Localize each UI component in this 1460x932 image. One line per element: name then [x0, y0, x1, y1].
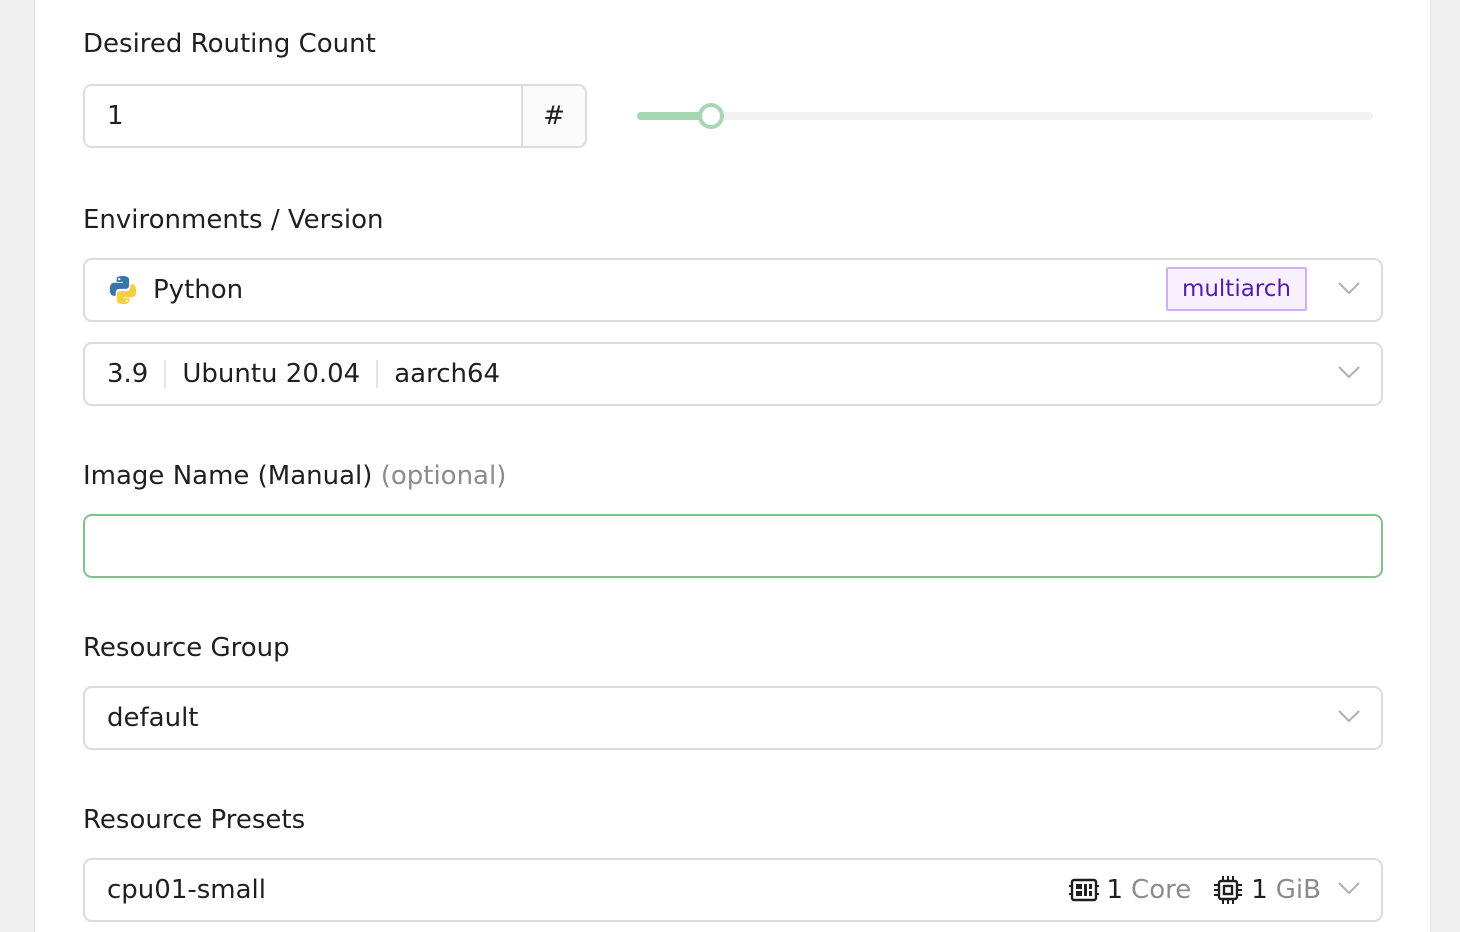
os-value: Ubuntu 20.04 — [182, 359, 361, 389]
resource-group-select[interactable]: default — [83, 686, 1383, 750]
image-name-label: Image Name (Manual) (optional) — [83, 461, 506, 491]
environment-select[interactable]: Python multiarch — [83, 258, 1383, 322]
slider-handle[interactable] — [697, 103, 724, 129]
arch-value: aarch64 — [394, 359, 501, 389]
routing-count-input[interactable] — [85, 86, 521, 146]
memory-unit: GiB — [1275, 875, 1321, 905]
divider — [376, 360, 379, 388]
image-name-label-text: Image Name (Manual) — [83, 461, 373, 491]
cpu-value: 1 — [1106, 875, 1124, 905]
python-icon — [109, 276, 137, 304]
environments-label: Environments / Version — [83, 205, 384, 235]
chevron-down-icon — [1338, 710, 1360, 723]
cpu-icon — [1068, 878, 1099, 902]
cpu-unit: Core — [1131, 875, 1192, 905]
version-select[interactable]: 3.9 Ubuntu 20.04 aarch64 — [83, 342, 1383, 406]
resource-group-label: Resource Group — [83, 633, 290, 663]
resource-preset-value: cpu01-small — [107, 875, 266, 905]
routing-count-input-group: # — [83, 84, 587, 148]
memory-value: 1 — [1251, 875, 1268, 905]
chevron-down-icon — [1338, 882, 1360, 895]
chevron-down-icon — [1338, 282, 1360, 295]
routing-count-slider[interactable] — [637, 100, 1373, 132]
multiarch-tag: multiarch — [1165, 267, 1307, 311]
environment-image-name: Python — [153, 275, 244, 305]
chevron-down-icon — [1338, 366, 1360, 379]
divider — [164, 360, 167, 388]
image-name-input[interactable] — [83, 514, 1383, 578]
memory-chip-icon — [1214, 876, 1243, 904]
preset-resources: 1 Core 1 GiB — [1068, 860, 1321, 920]
resource-group-value: default — [107, 703, 199, 733]
resource-presets-select[interactable]: cpu01-small 1 Core 1 GiB — [83, 858, 1383, 922]
routing-count-label: Desired Routing Count — [83, 29, 376, 59]
resource-presets-label: Resource Presets — [83, 805, 306, 835]
slider-rail[interactable] — [637, 112, 1373, 120]
optional-hint: (optional) — [380, 461, 507, 491]
version-value: 3.9 — [107, 359, 149, 389]
form-card: Desired Routing Count # Environments / V… — [34, 0, 1431, 932]
routing-count-addon: # — [521, 86, 585, 146]
